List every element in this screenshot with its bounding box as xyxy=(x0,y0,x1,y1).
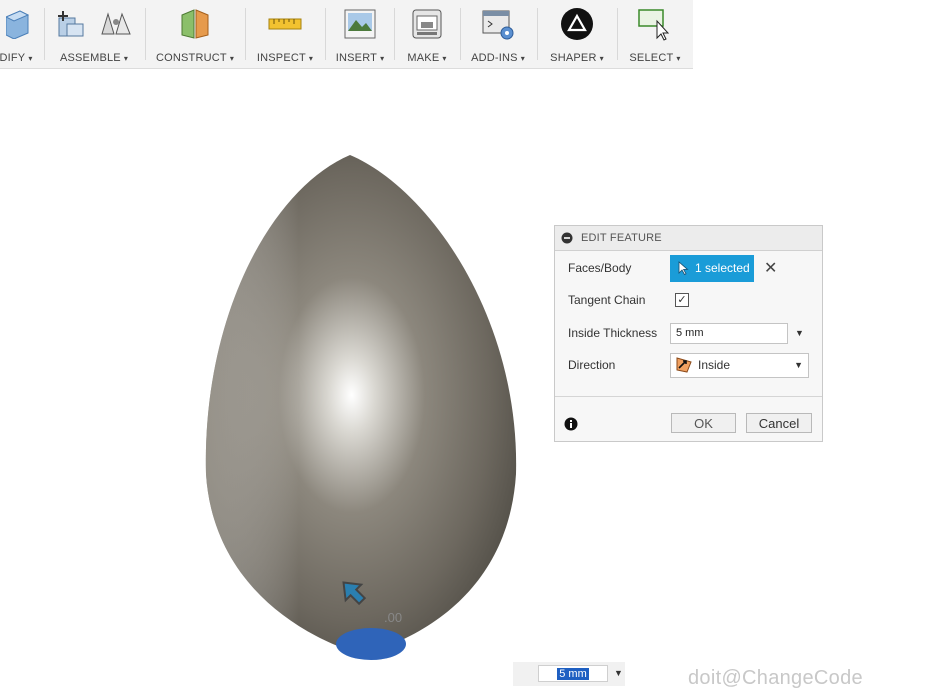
assemble-label: ASSEMBLE xyxy=(60,52,121,64)
faces-selection-button[interactable]: 1 selected xyxy=(670,255,754,282)
dimension-input[interactable]: 5 mm xyxy=(538,665,608,682)
info-icon[interactable] xyxy=(564,417,578,431)
edit-feature-panel: EDIT FEATURE Faces/Body 1 selected ✕ Tan… xyxy=(554,225,823,442)
toolbar-divider xyxy=(325,8,326,60)
add-ins-label: ADD-INS xyxy=(471,52,518,64)
make-icon xyxy=(411,8,443,40)
make-group[interactable]: MAKE▾ xyxy=(398,0,456,68)
dimension-input-value: 5 mm xyxy=(557,668,589,680)
thickness-label: Inside Thickness xyxy=(568,326,657,340)
tangent-chain-label: Tangent Chain xyxy=(568,293,645,307)
shaper-group[interactable]: SHAPER▾ xyxy=(541,0,613,68)
thickness-row: Inside Thickness 5 mm ▼ xyxy=(555,319,822,347)
toolbar-divider xyxy=(145,8,146,60)
panel-title: EDIT FEATURE xyxy=(581,232,662,244)
tangent-chain-row: Tangent Chain ✓ xyxy=(555,286,822,314)
thickness-dropdown-icon[interactable]: ▼ xyxy=(795,328,804,338)
toolbar-divider xyxy=(460,8,461,60)
modify-group[interactable]: DIFY▾ xyxy=(0,0,38,68)
select-label: SELECT xyxy=(629,52,673,64)
cursor-arrow-icon xyxy=(678,261,689,275)
toolbar-divider xyxy=(245,8,246,60)
toolbar-divider xyxy=(537,8,538,60)
inspect-group[interactable]: INSPECT▾ xyxy=(250,0,320,68)
direction-label: Direction xyxy=(568,358,615,372)
insert-label: INSERT xyxy=(336,52,377,64)
construct-group[interactable]: CONSTRUCT▾ xyxy=(150,0,240,68)
inspect-label: INSPECT xyxy=(257,52,306,64)
dimension-label: .00 xyxy=(384,610,402,625)
model-body[interactable] xyxy=(200,149,525,669)
panel-divider xyxy=(555,396,822,397)
modify-icon xyxy=(6,9,32,39)
assemble-group[interactable]: ASSEMBLE▾ xyxy=(48,0,140,68)
panel-header: EDIT FEATURE xyxy=(555,226,822,251)
selected-face[interactable] xyxy=(336,628,406,660)
direction-value: Inside xyxy=(698,358,730,372)
construct-label: CONSTRUCT xyxy=(156,52,227,64)
clear-selection-icon[interactable]: ✕ xyxy=(764,258,777,278)
make-label: MAKE xyxy=(407,52,439,64)
dimension-input-container: 5 mm ▼ xyxy=(513,662,625,686)
modify-label: DIFY xyxy=(0,52,25,64)
toolbar-divider xyxy=(617,8,618,60)
new-component-icon xyxy=(55,8,87,40)
dimension-dropdown-icon[interactable]: ▼ xyxy=(614,668,623,678)
direction-select[interactable]: Inside ▼ xyxy=(670,353,809,378)
faces-label: Faces/Body xyxy=(568,261,631,275)
select-group[interactable]: SELECT▾ xyxy=(621,0,689,68)
faces-row: Faces/Body 1 selected ✕ xyxy=(555,254,822,282)
direction-dropdown-icon: ▼ xyxy=(794,360,803,370)
selection-count: 1 selected xyxy=(695,261,750,275)
shaper-label: SHAPER xyxy=(550,52,596,64)
thickness-input[interactable]: 5 mm xyxy=(670,323,788,344)
insert-group[interactable]: INSERT▾ xyxy=(330,0,390,68)
watermark: doit@ChangeCode xyxy=(688,667,863,690)
cancel-button[interactable]: Cancel xyxy=(746,413,812,433)
joint-icon xyxy=(99,8,133,40)
ok-button[interactable]: OK xyxy=(671,413,736,433)
direction-row: Direction Inside ▼ xyxy=(555,351,822,379)
collapse-icon[interactable] xyxy=(561,232,573,244)
toolbar-divider xyxy=(394,8,395,60)
toolbar: DIFY▾ ASSEMBLE▾ xyxy=(0,0,693,69)
add-ins-group[interactable]: ADD-INS▾ xyxy=(464,0,532,68)
inside-direction-icon xyxy=(675,356,693,374)
construct-icon xyxy=(178,7,212,41)
add-ins-icon xyxy=(481,8,515,40)
toolbar-divider xyxy=(44,8,45,60)
tangent-chain-checkbox[interactable]: ✓ xyxy=(675,293,689,307)
select-icon xyxy=(637,7,673,41)
insert-image-icon xyxy=(344,8,376,40)
measure-icon xyxy=(268,13,302,35)
shaper-icon xyxy=(560,7,594,41)
